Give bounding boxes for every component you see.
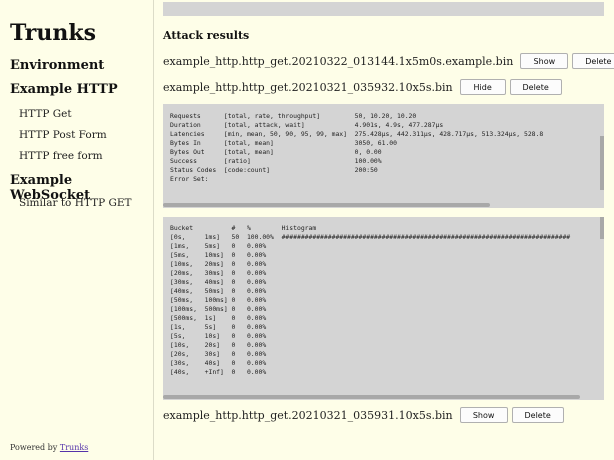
trunks-link[interactable]: Trunks: [60, 443, 88, 452]
vertical-scrollbar[interactable]: [600, 217, 604, 239]
delete-button[interactable]: Delete: [509, 79, 562, 95]
show-button[interactable]: Show: [520, 53, 569, 69]
nav-heading-environment[interactable]: Environment: [10, 58, 104, 73]
powered-by-footer: Powered by Trunks: [10, 443, 88, 452]
nav-item-similar-to-http-get[interactable]: Similar to HTTP GET: [19, 197, 132, 209]
app-title: Trunks: [10, 20, 96, 46]
attack-results-heading: Attack results: [163, 29, 250, 42]
result-row: example_http.http_get.20210321_035932.10…: [163, 78, 562, 96]
nav-item-http-post-form[interactable]: HTTP Post Form: [19, 129, 107, 141]
top-output-panel: [163, 2, 604, 16]
result-row: example_http.http_get.20210321_035931.10…: [163, 406, 564, 424]
histogram-text: Bucket # % Histogram [0s, 1ms] 50 100.00…: [170, 224, 571, 376]
nav-item-http-free-form[interactable]: HTTP free form: [19, 150, 103, 162]
delete-button[interactable]: Delete: [511, 407, 564, 423]
result-filename: example_http.http_get.20210321_035932.10…: [163, 80, 453, 94]
vertical-scrollbar[interactable]: [600, 136, 604, 190]
delete-button[interactable]: Delete: [572, 53, 614, 69]
horizontal-scrollbar[interactable]: [163, 203, 490, 207]
nav-heading-example-http[interactable]: Example HTTP: [10, 82, 118, 97]
sidebar: Trunks Environment Example HTTP HTTP Get…: [0, 0, 154, 460]
result-row: example_http.http_get.20210322_013144.1x…: [163, 52, 614, 70]
result-filename: example_http.http_get.20210322_013144.1x…: [163, 54, 514, 68]
histogram-panel: Bucket # % Histogram [0s, 1ms] 50 100.00…: [163, 217, 604, 400]
result-filename: example_http.http_get.20210321_035931.10…: [163, 408, 453, 422]
hide-button[interactable]: Hide: [459, 79, 506, 95]
attack-summary-text: Requests [total, rate, throughput] 50, 1…: [170, 112, 544, 183]
horizontal-scrollbar[interactable]: [163, 395, 580, 399]
powered-by-label: Powered by: [10, 443, 60, 452]
show-button[interactable]: Show: [459, 407, 508, 423]
nav-item-http-get[interactable]: HTTP Get: [19, 108, 72, 120]
attack-summary-panel: Requests [total, rate, throughput] 50, 1…: [163, 104, 604, 208]
